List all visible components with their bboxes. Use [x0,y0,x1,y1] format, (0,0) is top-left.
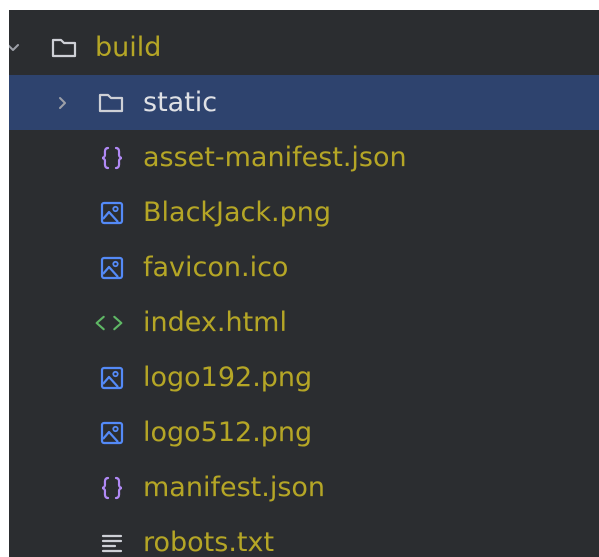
tree-item-favicon-ico[interactable]: favicon.ico [9,240,599,295]
tree-item-blackjack-png[interactable]: BlackJack.png [9,185,599,240]
tree-item-build[interactable]: build [9,20,599,75]
tree-item-manifest-json[interactable]: manifest.json [9,460,599,515]
tree-item-label: favicon.ico [143,252,289,283]
image-file-icon [97,185,127,240]
tree-item-logo512-png[interactable]: logo512.png [9,405,599,460]
tree-item-label: BlackJack.png [143,197,332,228]
image-file-icon [97,240,127,295]
image-file-icon [97,405,127,460]
text-file-icon [97,515,127,557]
tree-item-label: asset-manifest.json [143,142,407,173]
html-tag-icon [94,295,124,350]
tree-item-logo192-png[interactable]: logo192.png [9,350,599,405]
chevron-right-icon[interactable] [53,75,73,130]
tree-item-label: index.html [143,307,287,338]
tree-item-label: build [95,32,162,63]
image-file-icon [97,350,127,405]
project-file-tree: build static asset-manifest.json BlackJa… [9,10,599,557]
json-braces-icon [97,130,127,185]
tree-item-label: robots.txt [143,527,275,557]
folder-icon [96,75,126,130]
folder-icon [49,20,79,75]
tree-item-label: logo512.png [143,417,313,448]
tree-item-label: manifest.json [143,472,326,503]
tree-item-label: static [143,87,218,118]
chevron-down-icon[interactable] [9,20,23,75]
tree-item-label: logo192.png [143,362,313,393]
tree-item-static[interactable]: static [9,75,599,130]
json-braces-icon [97,460,127,515]
tree-item-robots-txt[interactable]: robots.txt [9,515,599,557]
tree-item-index-html[interactable]: index.html [9,295,599,350]
tree-item-asset-manifest[interactable]: asset-manifest.json [9,130,599,185]
